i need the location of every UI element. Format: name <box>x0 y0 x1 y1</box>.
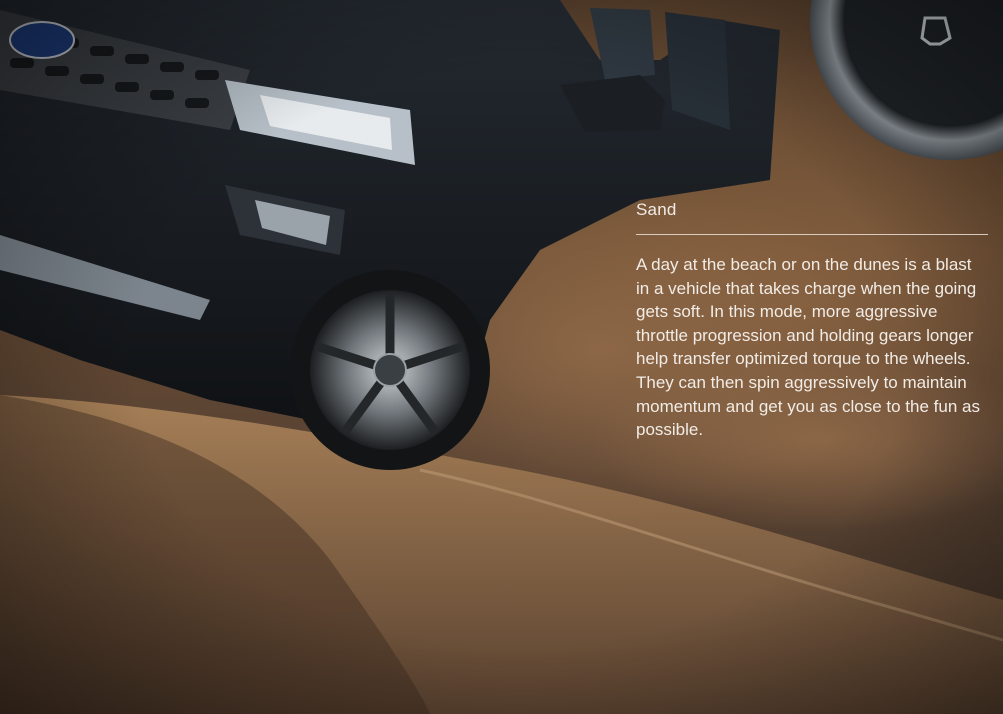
ford-badge-logo <box>9 21 75 59</box>
mode-info-panel: Sand A day at the beach or on the dunes … <box>636 200 988 442</box>
sand-mode-slide: Sand A day at the beach or on the dunes … <box>0 0 1003 714</box>
mode-title: Sand <box>636 200 677 219</box>
title-divider <box>636 234 988 235</box>
wheel-hub <box>373 353 407 387</box>
mode-description: A day at the beach or on the dunes is a … <box>636 255 980 440</box>
